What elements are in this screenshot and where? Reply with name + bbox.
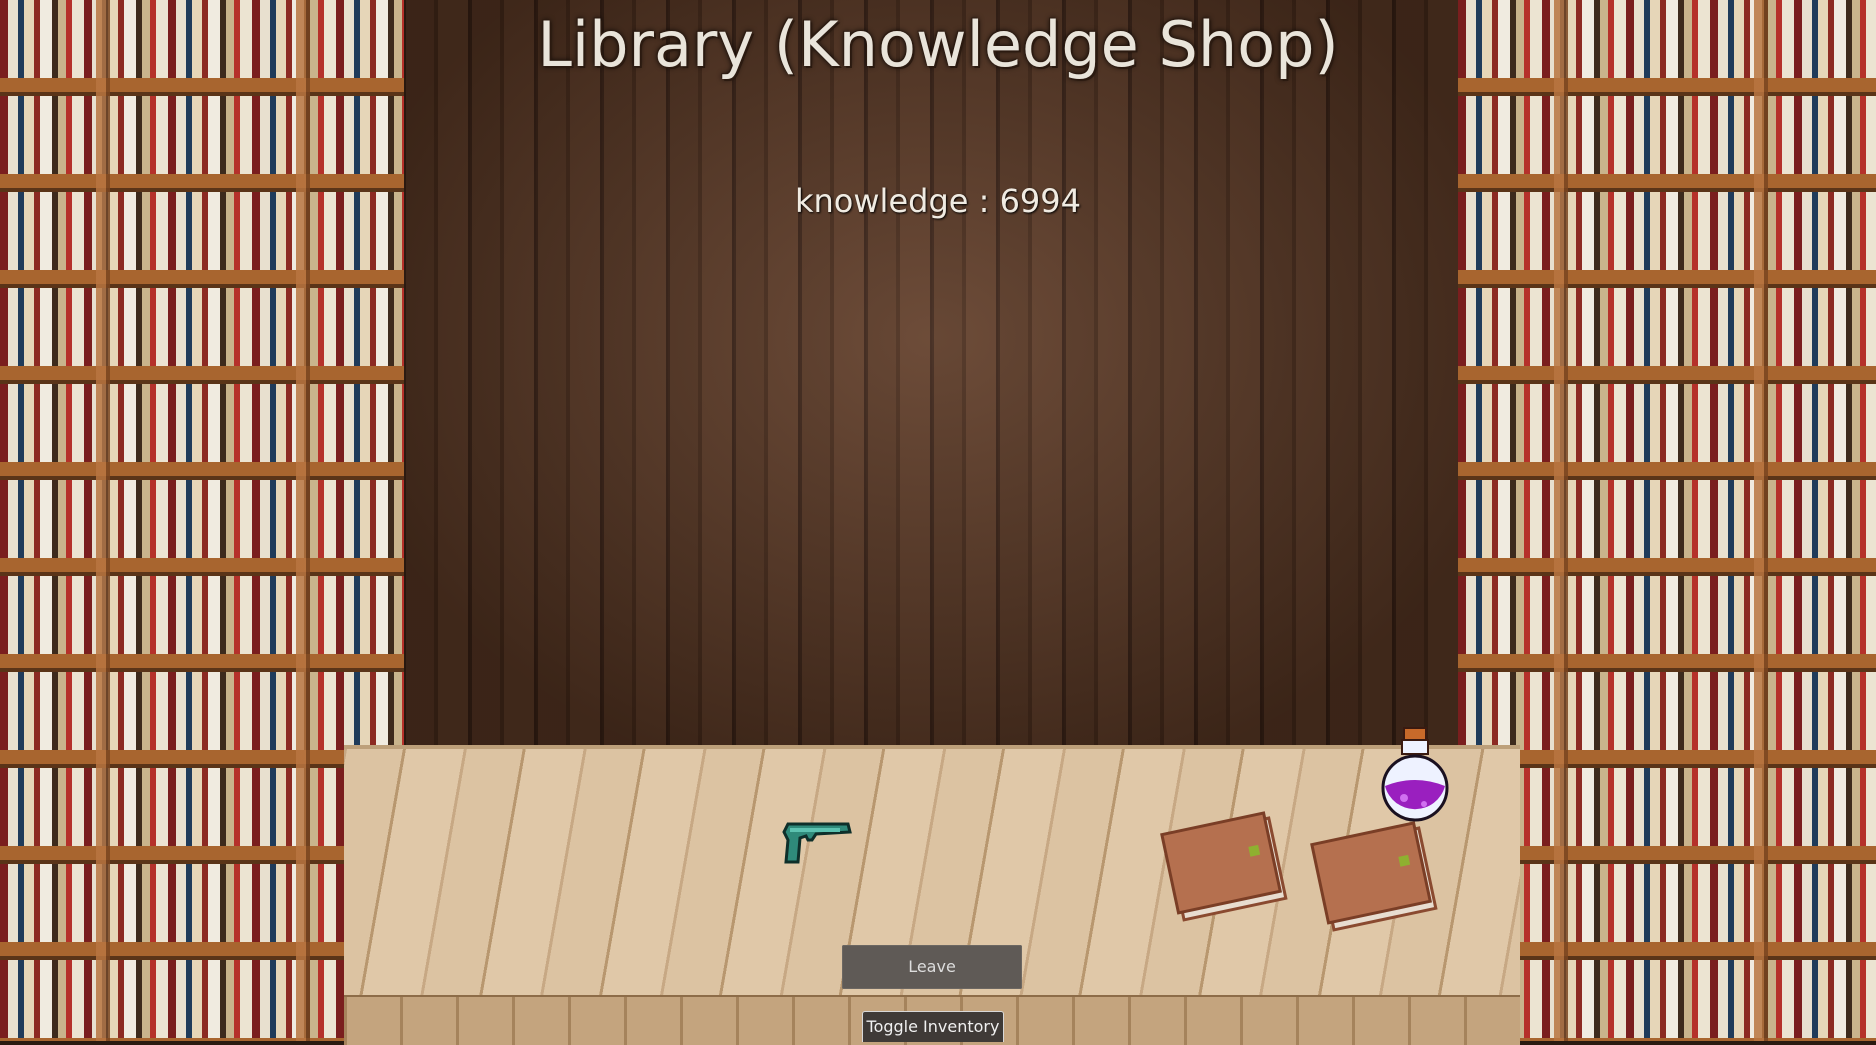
potion-icon [1381, 727, 1449, 822]
book-icon [1310, 821, 1438, 932]
potion-item[interactable] [1378, 726, 1452, 826]
knowledge-counter: knowledge : 6994 [794, 182, 1081, 220]
pistol-icon [782, 822, 852, 864]
toggle-inventory-button[interactable]: Toggle Inventory [862, 1011, 1004, 1042]
book-item[interactable] [1310, 818, 1442, 936]
page-title: Library (Knowledge Shop) [537, 8, 1339, 81]
book-item[interactable] [1160, 808, 1292, 926]
leave-button[interactable]: Leave [842, 945, 1022, 989]
bookshelf-right [1458, 0, 1876, 1041]
book-icon [1160, 811, 1288, 922]
pistol-item[interactable] [782, 820, 854, 868]
wood-wall-background [404, 0, 1458, 750]
